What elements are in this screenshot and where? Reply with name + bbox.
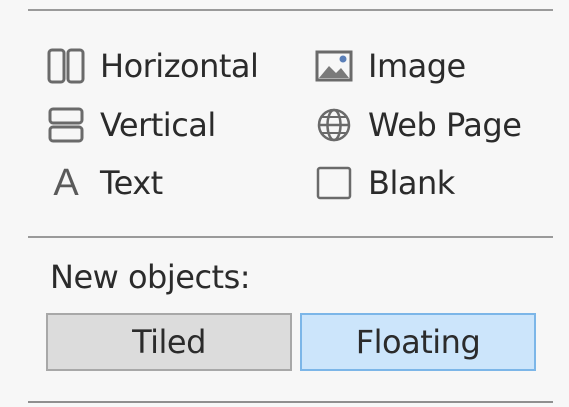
blank-icon — [312, 161, 356, 205]
horizontal-label: Horizontal — [100, 47, 259, 85]
blank-label: Blank — [368, 164, 455, 202]
text-label: Text — [100, 164, 163, 202]
floating-button[interactable]: Floating — [300, 313, 536, 371]
horizontal-container-icon — [44, 44, 88, 88]
tiled-button[interactable]: Tiled — [46, 313, 292, 371]
vertical-object-item[interactable]: Vertical — [44, 103, 216, 147]
webpage-label: Web Page — [368, 106, 522, 144]
vertical-label: Vertical — [100, 106, 216, 144]
webpage-object-item[interactable]: Web Page — [312, 103, 522, 147]
image-icon — [312, 44, 356, 88]
objects-panel: Horizontal Vertical A Text Image Web Pag… — [0, 0, 569, 407]
bottom-divider — [28, 401, 553, 403]
horizontal-object-item[interactable]: Horizontal — [44, 44, 259, 88]
vertical-container-icon — [44, 103, 88, 147]
blank-object-item[interactable]: Blank — [312, 161, 455, 205]
text-icon: A — [44, 161, 88, 205]
new-objects-label: New objects: — [50, 258, 251, 296]
image-object-item[interactable]: Image — [312, 44, 466, 88]
section-divider — [28, 236, 553, 238]
globe-icon — [312, 103, 356, 147]
text-icon-glyph: A — [53, 162, 79, 204]
text-object-item[interactable]: A Text — [44, 161, 163, 205]
image-label: Image — [368, 47, 466, 85]
top-divider — [28, 9, 553, 11]
